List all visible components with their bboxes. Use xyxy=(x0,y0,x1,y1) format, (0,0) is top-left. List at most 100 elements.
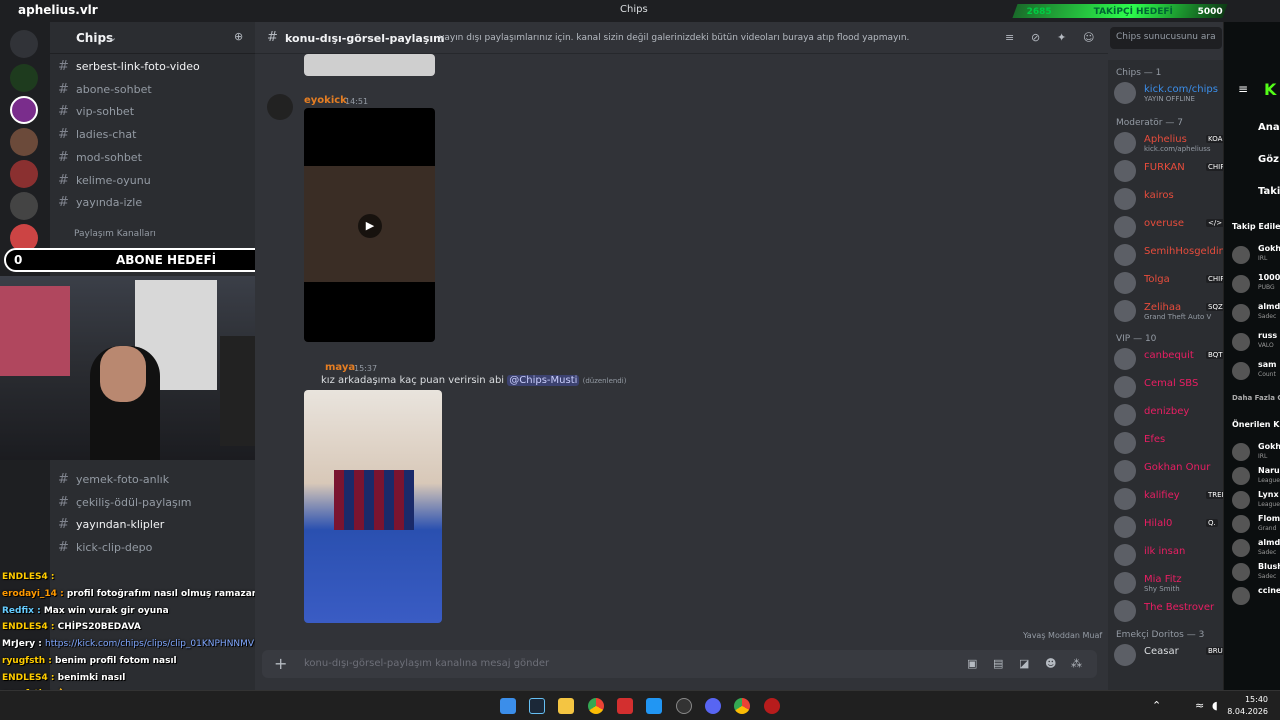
avatar[interactable] xyxy=(1114,376,1136,398)
avatar[interactable] xyxy=(1232,304,1250,322)
channel-item[interactable]: # yayında-izle xyxy=(58,195,248,215)
avatar[interactable] xyxy=(1114,432,1136,454)
member-item[interactable]: Zelihaa SQZ Grand Theft Auto V xyxy=(1114,300,1225,322)
avatar[interactable] xyxy=(1114,300,1136,322)
following-item[interactable]: 1000 xyxy=(1258,273,1280,282)
member-item[interactable]: Mia Fitz Shy Smith xyxy=(1114,572,1224,594)
channel-item[interactable]: # yemek-foto-anlık xyxy=(58,472,248,492)
gift-icon[interactable]: ▣ xyxy=(967,657,977,670)
chrome-icon[interactable] xyxy=(588,698,604,714)
channel-item[interactable]: # vip-sohbet xyxy=(58,104,248,124)
member-item[interactable]: Hilal0 Q. xyxy=(1114,516,1224,538)
channel-item[interactable]: # ladies-chat xyxy=(58,127,248,147)
kick-nav-item[interactable]: Takip xyxy=(1258,186,1280,197)
windows-start-icon[interactable] xyxy=(500,698,516,714)
server-icon-4[interactable] xyxy=(10,192,38,220)
member-item[interactable]: FURKAN CHIPS xyxy=(1114,160,1231,182)
message-author[interactable]: eyokick xyxy=(304,95,347,106)
member-item[interactable]: ilk insan xyxy=(1114,544,1224,566)
dm-icon[interactable] xyxy=(10,30,38,58)
avatar[interactable] xyxy=(1232,515,1250,533)
tray-chevron-icon[interactable]: ⌃ xyxy=(1152,699,1161,712)
show-more-link[interactable]: Daha Fazla G xyxy=(1232,394,1280,402)
avatar[interactable] xyxy=(1114,348,1136,370)
image-attachment[interactable] xyxy=(304,390,442,623)
category-header[interactable]: Paylaşım Kanalları xyxy=(74,229,156,239)
message-author[interactable]: maya xyxy=(325,362,355,373)
channel-item[interactable]: # abone-sohbet xyxy=(58,82,248,102)
mute-icon[interactable]: ⊘ xyxy=(1031,31,1040,44)
member-item[interactable]: kairos xyxy=(1114,188,1224,210)
menu-icon[interactable]: ≡ xyxy=(1238,82,1248,96)
avatar[interactable] xyxy=(1232,539,1250,557)
obs-icon[interactable] xyxy=(676,698,692,714)
apps-icon[interactable]: ⁂ xyxy=(1071,657,1082,670)
avatar[interactable] xyxy=(1114,404,1136,426)
previous-image[interactable] xyxy=(304,54,435,76)
suggested-item[interactable]: ccine xyxy=(1258,586,1280,595)
suggested-item[interactable]: Gokh xyxy=(1258,442,1280,451)
avatar[interactable] xyxy=(1232,563,1250,581)
suggested-item[interactable]: Naru xyxy=(1258,466,1280,475)
avatar[interactable] xyxy=(1114,132,1136,154)
folder-icon[interactable] xyxy=(558,698,574,714)
channel-item[interactable]: # kelime-oyunu xyxy=(58,173,248,193)
volume-icon[interactable]: ◖ xyxy=(1212,699,1218,712)
avatar[interactable] xyxy=(1114,82,1136,104)
member-item[interactable]: denizbey xyxy=(1114,404,1224,426)
following-item[interactable]: almd xyxy=(1258,302,1280,311)
member-item[interactable]: The Bestrover xyxy=(1114,600,1224,622)
wifi-icon[interactable]: ≈ xyxy=(1195,699,1204,712)
suggested-item[interactable]: Lynx xyxy=(1258,490,1279,499)
server-icon-chips[interactable] xyxy=(10,96,38,124)
member-item[interactable]: overuse </> xyxy=(1114,216,1225,238)
avatar[interactable] xyxy=(1114,644,1136,666)
member-item[interactable]: Efes xyxy=(1114,432,1224,454)
server-icon-1[interactable] xyxy=(10,64,38,92)
avatar[interactable] xyxy=(1232,275,1250,293)
avatar[interactable] xyxy=(1114,572,1136,594)
chrome-active-icon[interactable] xyxy=(734,698,750,714)
member-item[interactable]: kick.com/chips YAYIN OFFLINE xyxy=(1114,82,1224,104)
member-item[interactable]: Cemal SBS xyxy=(1114,376,1224,398)
server-icon-3[interactable] xyxy=(10,160,38,188)
following-item[interactable]: sam xyxy=(1258,360,1277,369)
avatar[interactable] xyxy=(1232,443,1250,461)
avatar[interactable] xyxy=(267,94,293,120)
avatar[interactable] xyxy=(1232,587,1250,605)
avatar[interactable] xyxy=(1114,460,1136,482)
avatar[interactable] xyxy=(1114,544,1136,566)
avatar[interactable] xyxy=(1114,516,1136,538)
member-item[interactable]: Tolga CHIPS xyxy=(1114,272,1231,294)
server-icon-2[interactable] xyxy=(10,128,38,156)
avatar[interactable] xyxy=(1232,491,1250,509)
avatar[interactable] xyxy=(1114,244,1136,266)
search-input[interactable]: Chips sunucusunu ara xyxy=(1110,27,1222,49)
server-header[interactable]: Chips ⌄ ⊕ xyxy=(50,22,255,54)
sticker-icon[interactable]: ◪ xyxy=(1019,657,1029,670)
pin-icon[interactable]: ✦ xyxy=(1057,31,1066,44)
avatar[interactable] xyxy=(1114,188,1136,210)
suggested-item[interactable]: almd xyxy=(1258,538,1280,547)
play-icon[interactable]: ▶ xyxy=(358,214,382,238)
avatar[interactable] xyxy=(1232,333,1250,351)
suggested-item[interactable]: Blush xyxy=(1258,562,1280,571)
avatar[interactable] xyxy=(1114,216,1136,238)
app-pin-icon[interactable] xyxy=(764,698,780,714)
add-member-icon[interactable]: ⊕ xyxy=(234,30,243,43)
user-mention[interactable]: @Chips-Musti xyxy=(507,375,580,386)
suggested-item[interactable]: Flom xyxy=(1258,514,1280,523)
avatar[interactable] xyxy=(1232,246,1250,264)
member-item[interactable]: canbequit BQT xyxy=(1114,348,1225,370)
attach-icon[interactable]: + xyxy=(274,654,287,673)
channel-item[interactable]: # kick-clip-depo xyxy=(58,540,248,560)
channel-item[interactable]: # çekiliş-ödül-paylaşım xyxy=(58,495,248,515)
following-item[interactable]: Gokh xyxy=(1258,244,1280,253)
discord-icon[interactable] xyxy=(705,698,721,714)
member-item[interactable]: Ceasar BRUH xyxy=(1114,644,1231,666)
channel-item[interactable]: # yayından-klipler xyxy=(58,517,248,537)
avatar[interactable] xyxy=(1232,467,1250,485)
following-item[interactable]: russ xyxy=(1258,331,1277,340)
kick-nav-item[interactable]: Ana xyxy=(1258,122,1280,133)
channel-item[interactable]: # serbest-link-foto-video xyxy=(58,59,248,79)
